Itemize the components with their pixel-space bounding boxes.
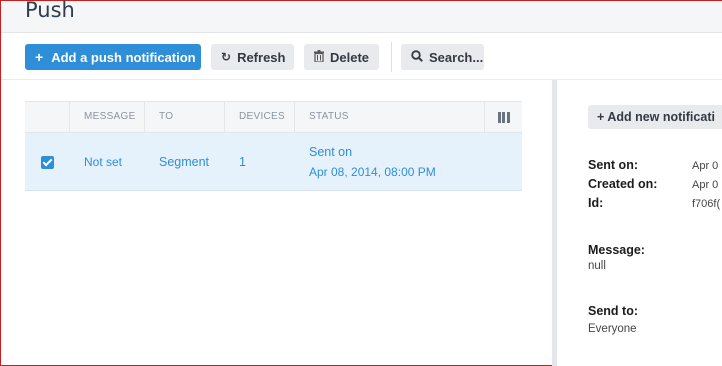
sent-on-label: Sent on: (588, 158, 638, 172)
cell-status: Sent on Apr 08, 2014, 08:00 PM (309, 145, 436, 179)
columns-toggle-button[interactable] (484, 102, 522, 132)
status-text: Sent on (309, 145, 353, 159)
send-to-label: Send to: (588, 304, 638, 318)
delete-button[interactable]: Delete (304, 44, 379, 70)
add-new-notification-label: Add new notificati (607, 110, 715, 124)
push-table: MESSAGE TO DEVICES STATUS Not set Segmen… (25, 101, 522, 191)
column-header-message[interactable]: MESSAGE (69, 102, 144, 132)
id-value: f706f( (692, 198, 721, 210)
select-column-header (25, 102, 69, 132)
message-label: Message: (588, 243, 645, 257)
toolbar: + Add a push notification ↻ Refresh Dele… (1, 34, 722, 80)
search-label: Search... (429, 49, 484, 65)
refresh-label: Refresh (237, 49, 286, 65)
cell-message: Not set (84, 155, 123, 169)
add-push-notification-button[interactable]: + Add a push notification (25, 44, 201, 70)
plus-icon: + (597, 110, 608, 124)
cell-to: Segment (159, 155, 210, 169)
table-header: MESSAGE TO DEVICES STATUS (25, 101, 522, 133)
cell-devices: 1 (239, 155, 246, 169)
plus-icon: + (35, 49, 44, 65)
refresh-button[interactable]: ↻ Refresh (211, 44, 294, 70)
refresh-icon: ↻ (221, 50, 232, 64)
trash-icon (314, 49, 324, 65)
id-label: Id: (588, 196, 604, 210)
table-row[interactable]: Not set Segment 1 Sent on Apr 08, 2014, … (25, 133, 522, 191)
column-header-status[interactable]: STATUS (294, 102, 484, 132)
toolbar-divider (391, 42, 392, 72)
created-on-value: Apr 0 (692, 179, 719, 191)
created-on-label: Created on: (588, 177, 658, 191)
sent-on-value: Apr 0 (692, 160, 719, 172)
message-value: null (588, 260, 606, 272)
title-bar: Push (1, 0, 722, 33)
page-title: Push (25, 0, 75, 22)
search-icon (411, 49, 423, 65)
columns-icon (497, 112, 510, 123)
column-header-devices[interactable]: DEVICES (224, 102, 294, 132)
row-checkbox[interactable] (41, 156, 54, 169)
delete-label: Delete (330, 49, 370, 65)
column-header-to[interactable]: TO (144, 102, 224, 132)
search-button[interactable]: Search... (401, 44, 484, 70)
send-to-value: Everyone (588, 323, 637, 335)
status-date: Apr 08, 2014, 08:00 PM (309, 165, 436, 179)
add-push-notification-label: Add a push notification (51, 49, 196, 65)
detail-panel: + Add new notificati Sent on: Apr 0 Crea… (557, 80, 722, 366)
add-new-notification-button[interactable]: + Add new notificati (588, 105, 722, 129)
